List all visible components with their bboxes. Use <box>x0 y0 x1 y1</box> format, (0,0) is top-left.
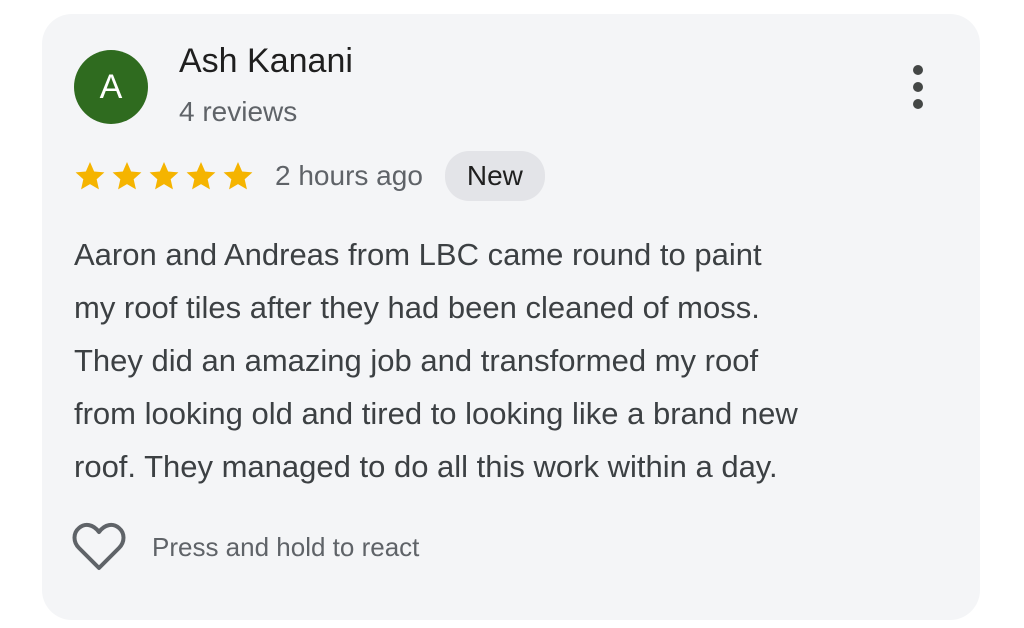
review-text: Aaron and Andreas from LBC came round to… <box>74 228 954 493</box>
react-button[interactable]: Press and hold to react <box>72 522 419 572</box>
star-rating <box>74 160 259 192</box>
review-text-line: Aaron and Andreas from LBC came round to… <box>74 237 762 272</box>
star-icon <box>223 162 253 190</box>
react-label: Press and hold to react <box>152 531 420 562</box>
review-text-line: They did an amazing job and transformed … <box>74 343 759 378</box>
star-icon <box>112 162 142 190</box>
star-icon <box>75 162 105 190</box>
more-options-button[interactable] <box>898 62 938 112</box>
more-vert-icon <box>913 65 923 109</box>
new-badge: New <box>444 151 545 201</box>
star-icon <box>186 162 216 190</box>
review-time: 2 hours ago <box>275 160 423 191</box>
reviewer-name[interactable]: Ash Kanani <box>179 42 353 81</box>
review-count: 4 reviews <box>179 96 298 127</box>
review-card: A Ash Kanani 4 reviews 2 hours ago New A… <box>42 14 980 620</box>
star-icon <box>149 162 179 190</box>
review-text-line: my roof tiles after they had been cleane… <box>74 290 760 325</box>
review-text-line: roof. They managed to do all this work w… <box>74 449 778 484</box>
heart-icon <box>72 522 126 570</box>
review-text-line: from looking old and tired to looking li… <box>74 396 798 431</box>
avatar[interactable]: A <box>74 50 148 124</box>
rating-row: 2 hours ago New <box>74 151 545 201</box>
